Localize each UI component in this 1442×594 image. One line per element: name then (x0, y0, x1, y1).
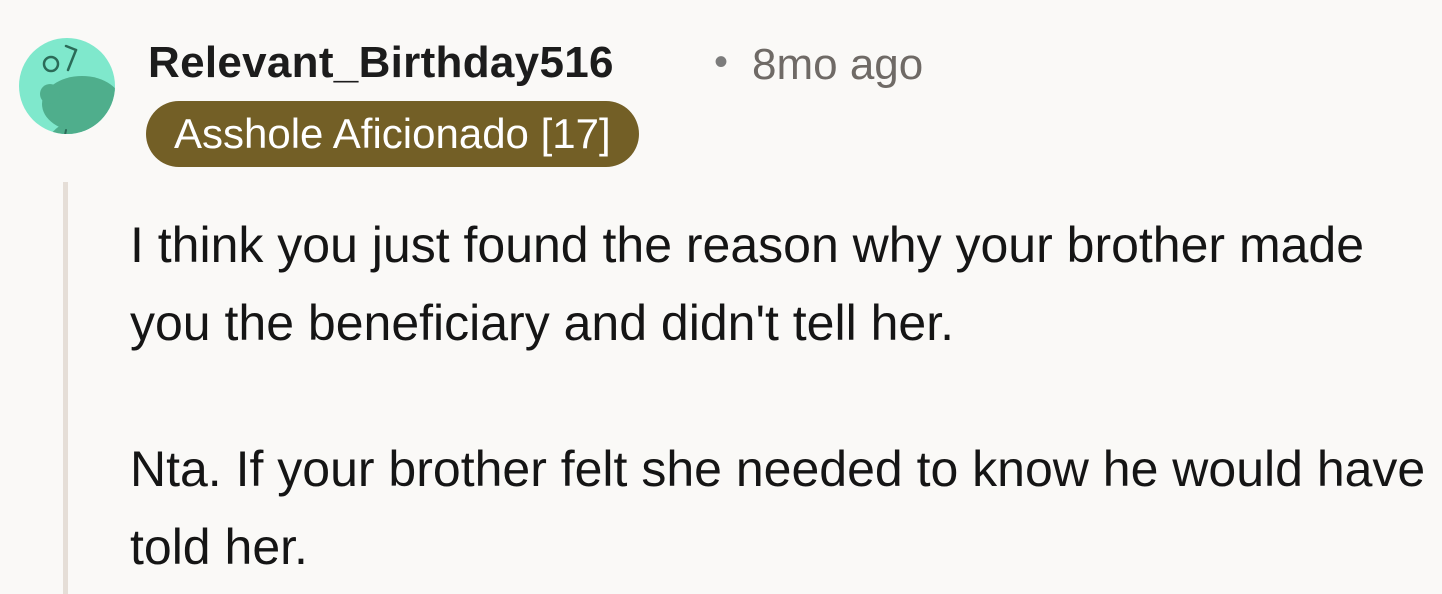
comment-paragraph: I think you just found the reason why yo… (130, 217, 1365, 351)
comment-body: I think you just found the reason why yo… (130, 206, 1430, 586)
thread-collapse-line[interactable] (63, 182, 68, 594)
user-flair-badge: Asshole Aficionado [17] (146, 101, 639, 167)
comment-timestamp[interactable]: 8mo ago (752, 40, 923, 90)
snoo-avatar-icon (19, 38, 115, 134)
meta-separator: • (714, 40, 729, 84)
comment-author-link[interactable]: Relevant_Birthday516 (148, 38, 614, 88)
user-avatar[interactable] (18, 22, 116, 150)
comment-paragraph: Nta. If your brother felt she needed to … (130, 441, 1426, 575)
